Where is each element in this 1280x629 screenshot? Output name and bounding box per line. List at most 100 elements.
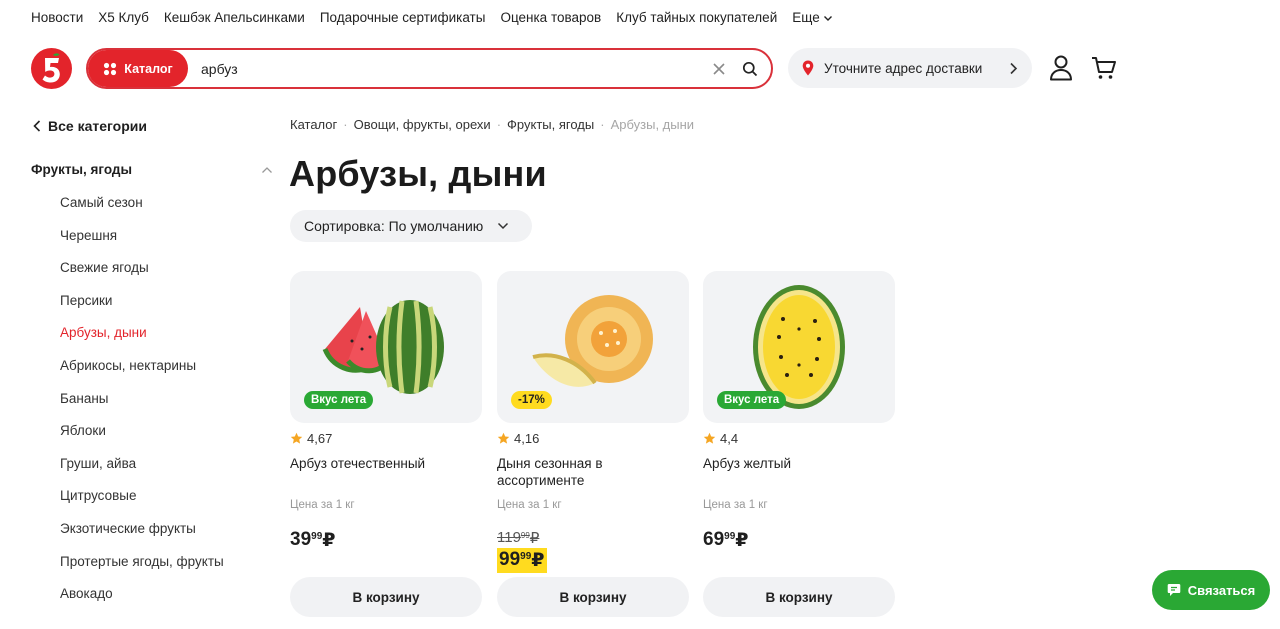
price-kop: 99	[520, 551, 532, 562]
delivery-address-button[interactable]: Уточните адрес доставки	[788, 48, 1032, 88]
top-nav-secret-shoppers[interactable]: Клуб тайных покупателей	[616, 10, 777, 25]
star-icon	[290, 432, 303, 444]
breadcrumb-current: Арбузы, дыни	[610, 117, 695, 132]
chevron-right-icon	[1010, 62, 1018, 74]
product-rating: 4,16	[497, 431, 689, 446]
product-card[interactable]: -17% 4,16 Дыня сезонная в ассортименте Ц…	[497, 271, 689, 617]
catalog-button[interactable]: Каталог	[88, 50, 188, 87]
sidebar-item[interactable]: Цитрусовые	[60, 487, 224, 520]
subcategory-list: Самый сезон Черешня Свежие ягоды Персики…	[60, 194, 224, 618]
add-to-cart-button[interactable]: В корзину	[497, 577, 689, 617]
top-nav: Новости Х5 Клуб Кешбэк Апельсинками Пода…	[31, 10, 833, 25]
add-to-cart-button[interactable]: В корзину	[290, 577, 482, 617]
chat-button[interactable]: Связаться	[1152, 570, 1270, 610]
sidebar-item[interactable]: Самый сезон	[60, 194, 224, 227]
sort-dropdown[interactable]: Сортировка: По умолчанию	[290, 210, 532, 242]
product-unit: Цена за 1 кг	[290, 499, 355, 511]
product-unit: Цена за 1 кг	[497, 499, 562, 511]
category-header[interactable]: Фрукты, ягоды	[31, 162, 273, 177]
chevron-down-icon	[498, 222, 509, 230]
sort-label: Сортировка: По умолчанию	[304, 218, 484, 234]
catalog-button-label: Каталог	[124, 61, 173, 76]
search-input[interactable]: арбуз	[188, 61, 712, 77]
chevron-up-icon	[262, 166, 272, 173]
breadcrumb-separator: ·	[343, 117, 348, 132]
rating-value: 4,16	[514, 431, 540, 446]
product-badge: Вкус лета	[717, 391, 787, 409]
sidebar-item-active[interactable]: Арбузы, дыни	[60, 324, 224, 357]
product-name[interactable]: Арбуз желтый	[703, 455, 895, 489]
location-pin-icon	[802, 60, 814, 76]
product-name[interactable]: Дыня сезонная в ассортименте	[497, 455, 689, 489]
breadcrumb-catalog[interactable]: Каталог	[290, 117, 337, 132]
clear-icon[interactable]	[712, 62, 726, 76]
user-icon[interactable]	[1049, 55, 1073, 81]
product-card[interactable]: Вкус лета 4,4 Арбуз желтый Цена за 1 кг …	[703, 271, 895, 617]
product-price: 69 99 ₽	[703, 529, 895, 552]
rating-value: 4,4	[720, 431, 739, 446]
star-icon	[703, 432, 716, 444]
chevron-down-icon	[823, 15, 832, 21]
delivery-address-label: Уточните адрес доставки	[824, 60, 983, 76]
breadcrumb-vegetables-fruits[interactable]: Овощи, фрукты, орехи	[354, 117, 491, 132]
breadcrumb-separator: ·	[600, 117, 605, 132]
top-nav-news[interactable]: Новости	[31, 10, 83, 25]
top-nav-product-reviews[interactable]: Оценка товаров	[500, 10, 601, 25]
product-unit: Цена за 1 кг	[703, 499, 768, 511]
sidebar-item[interactable]: Черешня	[60, 227, 224, 260]
sidebar-item[interactable]: Персики	[60, 292, 224, 325]
sidebar-item[interactable]: Протертые ягоды, фрукты	[60, 553, 224, 586]
top-nav-cashback[interactable]: Кешбэк Апельсинками	[164, 10, 305, 25]
price-currency: ₽	[531, 550, 545, 571]
catalog-grid-icon	[104, 62, 117, 75]
price-rub: 69	[703, 529, 725, 550]
search-icon[interactable]	[742, 61, 758, 77]
product-rating: 4,4	[703, 431, 895, 446]
product-price-sale: 99 99 ₽	[497, 548, 547, 573]
sidebar-item[interactable]: Яблоки	[60, 422, 224, 455]
sidebar-item[interactable]: Авокадо	[60, 585, 224, 618]
breadcrumb-fruits-berries[interactable]: Фрукты, ягоды	[507, 117, 594, 132]
sidebar-item[interactable]: Бананы	[60, 390, 224, 423]
product-old-price: 119 99 ₽	[497, 529, 689, 547]
price-currency: ₽	[322, 530, 336, 551]
chevron-left-icon	[33, 120, 41, 132]
price-kop: 99	[724, 531, 736, 542]
logo-5-glyph	[42, 53, 60, 83]
logo-5-icon[interactable]	[31, 48, 72, 89]
all-categories-link[interactable]: Все категории	[33, 118, 147, 134]
price-kop: 99	[311, 531, 323, 542]
product-image[interactable]: Вкус лета	[703, 271, 895, 423]
top-nav-gift-cards[interactable]: Подарочные сертификаты	[320, 10, 486, 25]
product-badge: Вкус лета	[304, 391, 374, 409]
search-bar: Каталог арбуз	[86, 48, 773, 89]
all-categories-label: Все категории	[48, 118, 147, 134]
breadcrumb-separator: ·	[496, 117, 502, 132]
sidebar-item[interactable]: Свежие ягоды	[60, 259, 224, 292]
category-title: Фрукты, ягоды	[31, 162, 132, 177]
old-price-kop: 99	[520, 531, 530, 540]
product-card[interactable]: Вкус лета 4,67 Арбуз отечественный Цена …	[290, 271, 482, 617]
rating-value: 4,67	[307, 431, 333, 446]
product-rating: 4,67	[290, 431, 482, 446]
price-currency: ₽	[735, 530, 749, 551]
price-rub: 99	[499, 549, 521, 570]
old-price-rub: 119	[497, 529, 521, 546]
add-to-cart-button[interactable]: В корзину	[703, 577, 895, 617]
page-title: Арбузы, дыни	[289, 153, 547, 194]
product-badge: -17%	[511, 391, 552, 409]
sidebar-item[interactable]: Экзотические фрукты	[60, 520, 224, 553]
price-rub: 39	[290, 529, 312, 550]
old-price-currency: ₽	[529, 530, 540, 547]
breadcrumb: Каталог · Овощи, фрукты, орехи · Фрукты,…	[290, 117, 694, 132]
top-nav-x5-club[interactable]: Х5 Клуб	[98, 10, 149, 25]
cart-icon[interactable]	[1091, 56, 1117, 80]
product-image[interactable]: -17%	[497, 271, 689, 423]
top-nav-more[interactable]: Еще	[792, 10, 832, 25]
product-name[interactable]: Арбуз отечественный	[290, 455, 482, 489]
sidebar-item[interactable]: Абрикосы, нектарины	[60, 357, 224, 390]
top-nav-more-label: Еще	[792, 10, 820, 25]
product-image[interactable]: Вкус лета	[290, 271, 482, 423]
chat-icon	[1167, 584, 1181, 596]
sidebar-item[interactable]: Груши, айва	[60, 455, 224, 488]
